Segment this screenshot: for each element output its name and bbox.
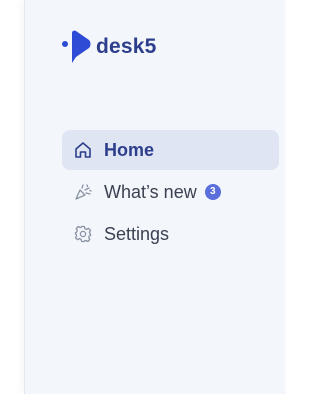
party-popper-icon [72, 181, 94, 203]
main-nav: Home What’s new 3 Settings [62, 130, 279, 256]
nav-item-label: What’s new [104, 181, 197, 202]
home-icon [72, 139, 94, 161]
app-name: desk5 [96, 34, 157, 58]
nav-item-home[interactable]: Home [62, 130, 279, 170]
gear-icon [72, 223, 94, 245]
nav-item-settings[interactable]: Settings [62, 214, 279, 254]
notification-count-badge: 3 [204, 184, 221, 200]
app-logo[interactable]: desk5 [62, 28, 157, 64]
desk5-logo-icon [62, 28, 92, 64]
nav-item-label: Settings [104, 223, 170, 244]
nav-item-whats-new[interactable]: What’s new 3 [62, 172, 279, 212]
nav-item-label: Home [104, 139, 155, 160]
